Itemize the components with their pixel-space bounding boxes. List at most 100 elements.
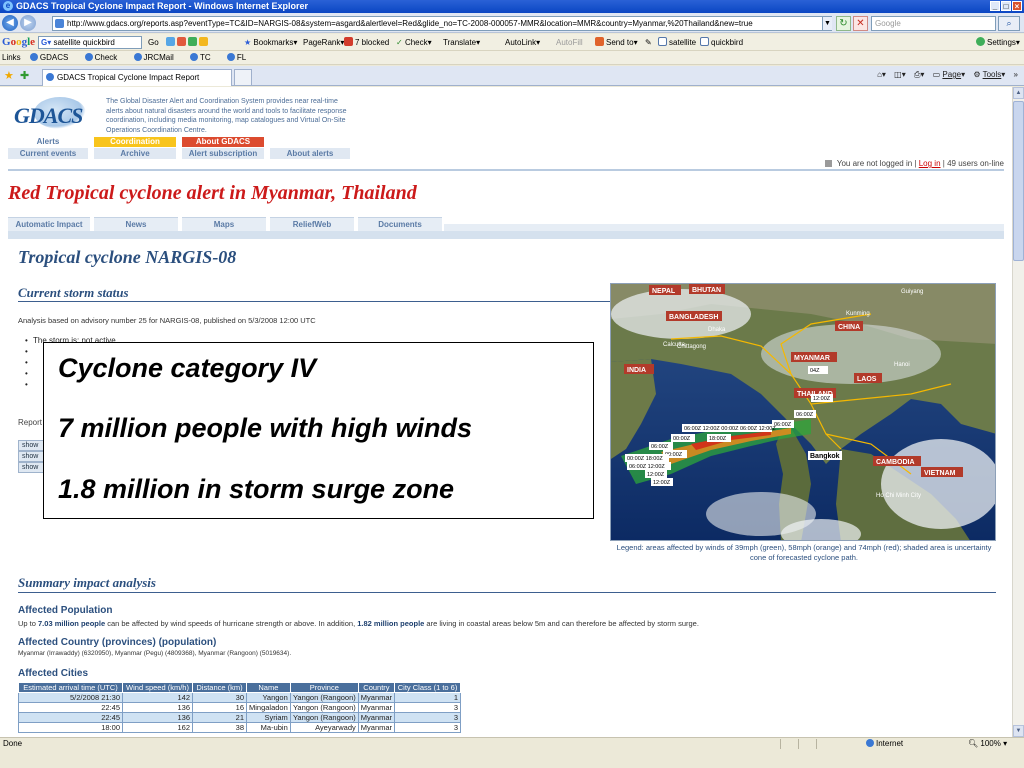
divider <box>18 301 610 302</box>
highlight-icon[interactable]: ✎ <box>645 34 652 51</box>
show-button[interactable]: show <box>18 440 46 451</box>
vertical-scrollbar[interactable]: ▲ ▼ <box>1012 87 1024 737</box>
link-check[interactable]: Check <box>84 53 125 62</box>
tab-documents[interactable]: Documents <box>358 217 442 231</box>
zoom-level[interactable]: 🔍︎ 100% ▾ <box>968 738 1007 750</box>
table-cell: 136 <box>122 712 193 723</box>
address-bar[interactable]: http://www.gdacs.org/reports.asp?eventTy… <box>52 16 832 31</box>
table-cell: Syriam <box>246 712 291 723</box>
tab-gdacs-report[interactable]: GDACS Tropical Cyclone Impact Report <box>42 69 232 86</box>
show-button[interactable]: show <box>18 451 46 462</box>
maximize-button[interactable]: □ <box>1001 1 1011 11</box>
search-icon[interactable]: ⌕ <box>998 16 1020 31</box>
site-intro: The Global Disaster Alert and Coordinati… <box>106 98 347 134</box>
tools-menu[interactable]: ⚙ Tools▾ <box>973 70 1005 79</box>
table-cell: 22:45 <box>18 712 123 723</box>
annotation-box: Cyclone category IV 7 million people wit… <box>43 342 594 519</box>
table-cell: 162 <box>122 722 193 733</box>
scroll-up-icon[interactable]: ▲ <box>1013 87 1024 99</box>
overlay-line-surge: 1.8 million in storm surge zone <box>58 474 455 504</box>
table-cell: 38 <box>192 722 247 733</box>
table-cell: 16 <box>192 702 247 713</box>
page-menu[interactable]: ▭ Page▾ <box>933 70 965 79</box>
map-label-india: INDIA <box>627 367 646 374</box>
table-cell: Mingaladon <box>246 702 291 713</box>
column-header[interactable]: Estimated arrival time (UTC) <box>18 682 123 693</box>
table-cell: 142 <box>122 692 193 703</box>
stop-icon[interactable]: ✕ <box>853 16 868 31</box>
table-cell: Myanmar <box>357 722 396 733</box>
minimize-button[interactable]: _ <box>990 1 1000 11</box>
column-header[interactable]: Distance (km) <box>192 682 247 693</box>
scroll-thumb[interactable] <box>1013 101 1024 261</box>
cyclone-map[interactable]: NEPAL BHUTAN BANGLADESH CHINA INDIA MYAN… <box>610 283 996 541</box>
link-gdacs[interactable]: GDACS <box>29 53 75 62</box>
google-settings-button[interactable]: Settings▾ <box>976 34 1020 51</box>
table-cell: Ayeyarwady <box>289 722 359 733</box>
print-icon[interactable]: ⎙▾ <box>914 70 924 79</box>
column-header[interactable]: City Class (1 to 6) <box>394 682 462 693</box>
link-jrcmail[interactable]: JRCMail <box>133 53 181 62</box>
search-input[interactable]: Google <box>871 16 996 31</box>
google-search-input[interactable]: G▾ satellite quickbird <box>38 36 142 49</box>
pagerank-indicator[interactable]: PageRank▾ <box>303 34 344 51</box>
table-cell: Ma-ubin <box>246 722 291 733</box>
search-term-satellite[interactable]: satellite <box>658 34 696 51</box>
favorites-star-icon[interactable]: ★ <box>4 69 14 82</box>
login-link[interactable]: Log in <box>919 159 941 168</box>
search-term-quickbird[interactable]: quickbird <box>700 34 743 51</box>
tab-automatic-impact[interactable]: Automatic Impact <box>8 217 90 231</box>
tab-maps[interactable]: Maps <box>182 217 266 231</box>
tab-news[interactable]: News <box>94 217 178 231</box>
event-title: Tropical cyclone NARGIS-08 <box>18 247 237 267</box>
gmail-icon[interactable] <box>188 37 197 46</box>
back-button[interactable]: ◀ <box>2 15 18 31</box>
home-icon[interactable]: ⌂▾ <box>877 70 886 79</box>
send-to-button[interactable]: Send to▾ <box>595 34 638 51</box>
table-cell: 18:00 <box>18 722 123 733</box>
bookmarks-menu[interactable]: ★ Bookmarks▾ <box>244 34 297 51</box>
nav-alert-subscription[interactable]: About GDACS Alert subscription <box>182 137 264 159</box>
scroll-down-icon[interactable]: ▼ <box>1013 725 1024 737</box>
autolink-button[interactable]: AutoLink▾ <box>505 34 540 51</box>
table-cell: 22:45 <box>18 702 123 713</box>
bookmark-icon[interactable] <box>166 37 175 46</box>
nav-about-alerts[interactable]: About alerts <box>270 137 350 159</box>
google-go-button[interactable]: Go <box>148 34 159 51</box>
column-header[interactable]: Name <box>246 682 291 693</box>
news-icon[interactable] <box>177 37 186 46</box>
table-cell: 30 <box>192 692 247 703</box>
gdacs-logo[interactable]: GDACS <box>12 97 92 137</box>
address-dropdown-icon[interactable]: ▼ <box>822 17 832 30</box>
refresh-icon[interactable]: ↻ <box>836 16 851 31</box>
column-header[interactable]: Wind speed (km/h) <box>122 682 193 693</box>
spell-check-button[interactable]: ✓ Check▾ <box>396 34 432 51</box>
google-toolbar: Google G▾ satellite quickbird Go ★ Bookm… <box>0 34 1024 51</box>
column-header[interactable]: Country <box>357 682 396 693</box>
add-favorites-icon[interactable]: ✚ <box>20 69 29 82</box>
table-cell: Yangon <box>246 692 291 703</box>
tab-reliefweb[interactable]: ReliefWeb <box>270 217 354 231</box>
feeds-icon[interactable]: ◫▾ <box>894 70 906 79</box>
link-fl[interactable]: FL <box>226 53 253 62</box>
nav-archive[interactable]: Coordination Archive <box>94 137 176 159</box>
options-icon[interactable] <box>199 37 208 46</box>
nav-current-events[interactable]: Alerts Current events <box>8 137 88 159</box>
link-tc[interactable]: TC <box>190 53 218 62</box>
table-row: 22:45 136 21 Syriam Yangon (Rangoon) Mya… <box>18 712 462 723</box>
autofill-button[interactable]: AutoFill <box>556 34 583 51</box>
security-zone[interactable]: Internet <box>866 738 903 750</box>
column-header[interactable]: Province <box>289 682 359 693</box>
show-button[interactable]: show <box>18 462 46 473</box>
affected-population-text: Up to 7.03 million people can be affecte… <box>18 619 699 628</box>
forward-button[interactable]: ▶ <box>20 15 36 31</box>
table-cell: Yangon (Rangoon) <box>289 702 359 713</box>
svg-text:12:00Z: 12:00Z <box>653 480 671 486</box>
close-button[interactable]: × <box>1012 1 1022 11</box>
popup-blocker[interactable]: 7 blocked <box>344 34 389 51</box>
translate-button[interactable]: Translate▾ <box>443 34 480 51</box>
current-status-title: Current storm status <box>18 285 129 300</box>
table-row: 5/2/2008 21:30 142 30 Yangon Yangon (Ran… <box>18 692 462 703</box>
chevron-icon[interactable]: » <box>1014 70 1018 79</box>
new-tab-button[interactable] <box>234 69 252 86</box>
